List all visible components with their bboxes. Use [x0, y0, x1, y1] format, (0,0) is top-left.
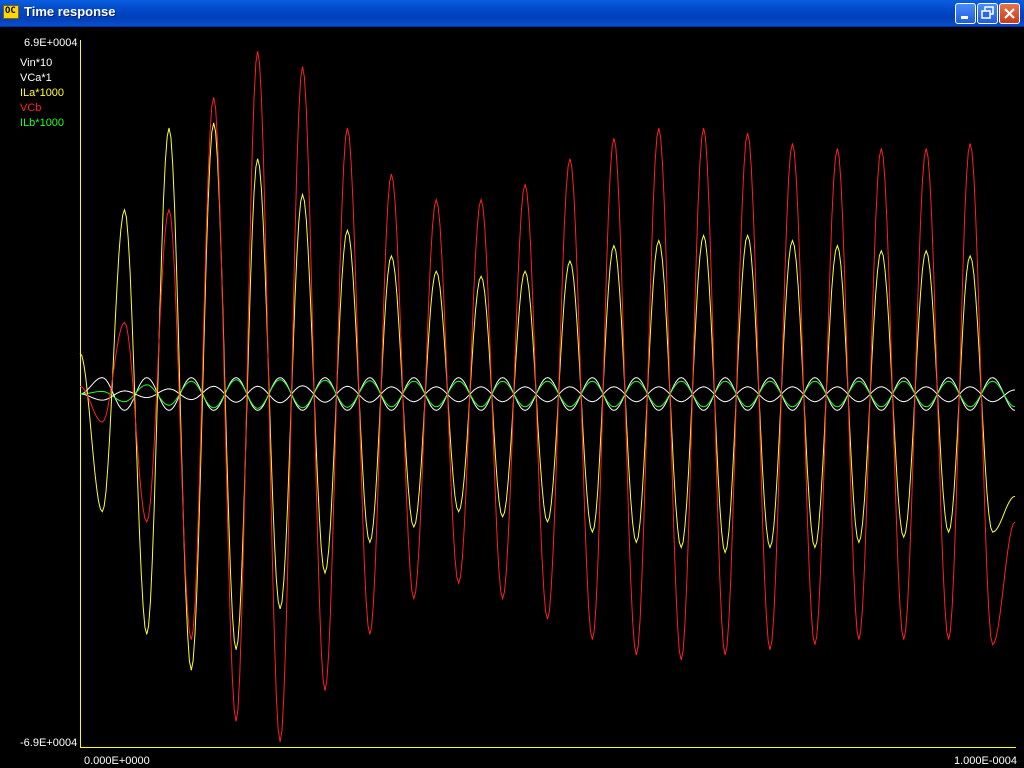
legend-item-ilb-1000: ILb*1000 [20, 117, 64, 129]
minimize-button[interactable] [955, 3, 976, 24]
legend-item-vcb: VCb [20, 102, 41, 114]
series-line-vin-10 [79, 377, 1016, 411]
legend-item-vin-10: Vin*10 [20, 57, 52, 69]
time-response-plot[interactable]: 6.9E+0004 -6.9E+0004 0.000E+0000 1.000E-… [0, 26, 1024, 768]
app-logo-icon[interactable]: OC [3, 5, 19, 19]
restore-icon [981, 6, 994, 19]
series-lines [79, 51, 1016, 742]
legend-item-ila-1000: ILa*1000 [20, 87, 64, 99]
series-line-vcb [79, 51, 1016, 742]
time-response-window: OC Time response 6.9E+0004 -6.9E+0004 0.… [0, 0, 1024, 768]
title-bar[interactable]: OC Time response [0, 0, 1024, 27]
legend: Vin*10 VCa*1 ILa*1000 VCb ILb*1000 [20, 57, 64, 129]
minimize-icon [961, 16, 968, 19]
close-button[interactable] [999, 3, 1020, 24]
y-min-label: -6.9E+0004 [20, 737, 77, 749]
restore-button[interactable] [977, 3, 998, 24]
legend-item-vca-1: VCa*1 [20, 72, 52, 84]
series-line-vca-1 [79, 385, 1016, 404]
x-max-label: 1.000E-0004 [954, 755, 1017, 767]
close-icon [1004, 8, 1015, 19]
y-max-label: 6.9E+0004 [24, 37, 78, 49]
window-title: Time response [24, 4, 116, 19]
x-min-label: 0.000E+0000 [84, 755, 150, 767]
